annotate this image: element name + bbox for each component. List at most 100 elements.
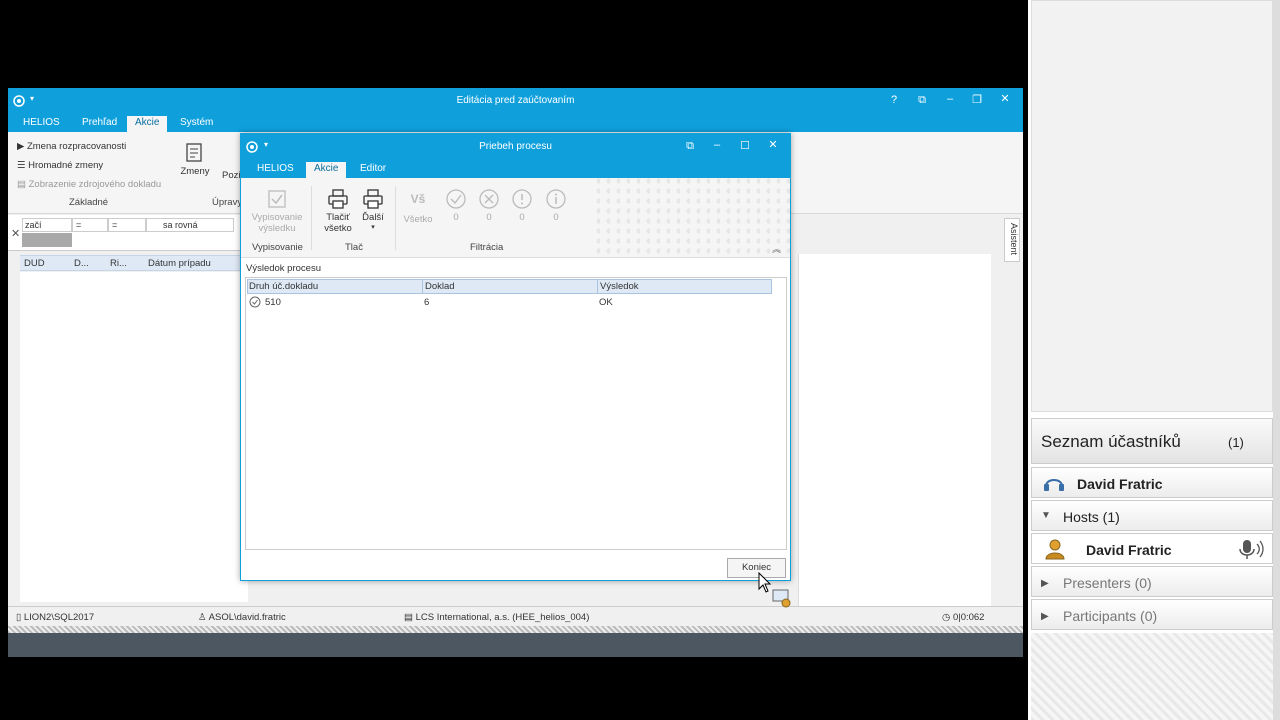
restore-layout-icon[interactable]: ⧉ [682,140,698,153]
filter-warning-button[interactable]: 0 [510,188,534,223]
filter-cell-d[interactable]: = [72,218,108,232]
col-datum[interactable]: Dátum prípadu [148,258,211,269]
clear-filter-icon[interactable]: ✕ [11,227,20,240]
status-server: ▯ LION2\SQL2017 [16,612,95,623]
tab-helios[interactable]: HELIOS [15,116,68,132]
dalsi-button[interactable]: Ďalší ▾ [359,188,387,231]
restore-layout-icon[interactable]: ⧉ [914,94,930,107]
status-company: ▤ LCS International, a.s. (HEE_helios_00… [404,612,590,623]
dialog-title: Priebeh procesu [479,141,552,152]
close-icon[interactable]: ✕ [765,138,781,151]
participant-list-title: Seznam účastníků [1041,432,1181,451]
printer-icon [363,189,383,209]
edit-list-icon [186,143,202,162]
filter-selected-cell[interactable] [22,233,72,247]
priebeh-procesu-dialog: ▾ Priebeh procesu ⧉ – ☐ ✕ HELIOS Akcie E… [240,133,791,581]
help-icon[interactable]: ? [886,94,902,106]
tab-akcie[interactable]: Akcie [306,162,347,178]
collapsed-triangle-icon: ▶ [1041,578,1049,589]
filter-info-button[interactable]: 0 [544,188,568,223]
participant-list-header: Seznam účastníků (1) [1031,418,1273,464]
tab-prehlad[interactable]: Prehľad [74,116,125,132]
tab-helios[interactable]: HELIOS [249,162,302,178]
group-label-tlac: Tlač [345,242,363,253]
ribbon-separator [395,186,396,250]
panel-scrollbar[interactable] [1273,0,1280,720]
video-area [1031,0,1273,412]
microphone-speaking-icon [1237,538,1265,563]
host-participant-row[interactable]: David Fratric [1031,533,1273,564]
filter-error-button[interactable]: 0 [477,188,501,223]
cell-doklad: 6 [424,297,430,308]
koniec-button[interactable]: Koniec [727,558,786,578]
presenter-overlay-icon [772,589,791,608]
maximize-icon[interactable]: ❐ [969,93,985,106]
status-bar: ▯ LION2\SQL2017 ♙ ASOL\david.fratric ▤ L… [8,606,1023,626]
all-icon: Vš [410,192,426,206]
check-circle-icon [249,296,261,311]
document-icon: ▤ [17,179,29,190]
tab-editor[interactable]: Editor [352,162,394,178]
tab-akcie[interactable]: Akcie [127,116,168,132]
group-label-filtracia: Filtrácia [470,242,504,253]
checkbox-icon [268,190,286,208]
col-d[interactable]: D... [74,258,89,269]
participants-label: Participants (0) [1063,608,1158,624]
tlacit-vsetko-button[interactable]: Tlačiť všetko [321,188,355,234]
zmeny-button[interactable]: Zmeny [178,142,212,177]
col-dud[interactable]: DUD [24,258,45,269]
minimize-icon[interactable]: – [942,93,958,105]
status-user: ♙ ASOL\david.fratric [198,612,286,623]
presenters-label: Presenters (0) [1063,575,1152,591]
asistent-tab[interactable]: Asistent [1004,218,1020,262]
cell-druh: 510 [265,297,281,308]
maximize-icon[interactable]: ☐ [737,139,753,152]
participants-group[interactable]: ▶ Participants (0) [1031,599,1273,630]
filter-ok-button[interactable]: 0 [444,188,468,223]
x-circle-icon [479,189,499,209]
main-grid-body [20,272,248,602]
minimize-icon[interactable]: – [709,139,725,151]
vsetko-button[interactable]: Vš Všetko [403,188,433,225]
panel-empty-area [1031,633,1273,720]
vypisovanie-vysledku-button[interactable]: Vypisovanie výsledku [247,188,307,234]
main-title-bar: ▾ Editácia pred zaúčtovaním ? ⧉ – ❐ ✕ [8,88,1023,114]
col-ri[interactable]: Ri... [110,258,127,269]
my-participant-row[interactable]: David Fratric [1031,467,1273,498]
col-druh-dokladu[interactable]: Druh úč.dokladu [249,281,318,292]
filter-cell-ri[interactable]: = [108,218,146,232]
host-avatar-icon [1044,538,1066,563]
col-vysledok[interactable]: Výsledok [600,281,639,292]
hosts-group[interactable]: ▼ Hosts (1) [1031,500,1273,531]
dialog-title-bar: ▾ Priebeh procesu ⧉ – ☐ ✕ [241,134,790,160]
group-label-zakladne: Základné [69,197,109,208]
grid-header: DUD D... Ri... Dátum prípadu [20,255,248,271]
user-icon: ♙ [198,612,209,623]
zobrazenie-dokladu-button[interactable]: ▤ Zobrazenie zdrojového dokladu [17,179,161,190]
table-row[interactable]: 510 6 OK [247,295,772,310]
presenters-group[interactable]: ▶ Presenters (0) [1031,566,1273,597]
list-icon: ☰ [17,160,29,171]
tab-system[interactable]: Systém [172,116,221,132]
hromadne-zmeny-button[interactable]: ☰ Hromadné zmeny [17,160,103,171]
pozicia-button[interactable]: Pozi [222,170,240,181]
dialog-ribbon-tabs: HELIOS Akcie Editor [241,160,790,178]
status-time: ◷ 0|0:062 [942,612,985,623]
filter-cell-datum[interactable]: sa rovná [146,218,234,232]
group-label-upravy: Úpravy [212,197,243,208]
filter-cell-dud[interactable]: začí [22,218,72,232]
mouse-cursor-icon [758,572,772,593]
warning-circle-icon [512,189,532,209]
zmena-rozpracovanosti-button[interactable]: ▶ Zmena rozpracovanosti [17,141,126,152]
play-icon: ▶ [17,141,27,152]
close-icon[interactable]: ✕ [997,92,1013,105]
col-doklad[interactable]: Doklad [425,281,455,292]
ribbon-separator [311,186,312,250]
collapsed-triangle-icon: ▶ [1041,611,1049,622]
collapse-ribbon-icon[interactable]: ︽ [772,242,781,255]
expanded-triangle-icon: ▼ [1041,510,1051,521]
main-ribbon-tabs: HELIOS Prehľad Akcie Systém [8,114,1023,132]
participant-count: (1) [1228,435,1244,450]
company-icon: ▤ [404,612,416,623]
filter-row: ✕ začí = = sa rovná [8,215,248,251]
